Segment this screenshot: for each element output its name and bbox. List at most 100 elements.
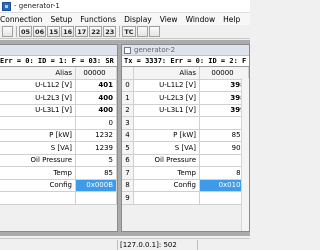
connection-status: [127.0.0.1]: 502: [118, 239, 198, 250]
generator-2-window[interactable]: generator-2 Tx = 3337: Err = 0: ID = 2: …: [121, 44, 250, 232]
function-05-button[interactable]: 05: [19, 26, 33, 37]
table-row[interactable]: 90: [122, 192, 249, 205]
value-header: 00000: [200, 67, 249, 79]
alias-cell: U-L2L3 [V]: [134, 92, 200, 104]
title-bar: - generator-1: [0, 0, 250, 13]
alias-cell: U-L1L2 [V]: [134, 79, 200, 91]
table-row[interactable]: S [VA] 1239: [0, 142, 117, 155]
row-index: 1: [122, 92, 134, 104]
document-icon: [124, 46, 131, 54]
generator-1-window[interactable]: Err = 0: ID = 1: F = 03: SR = 1000 Alias…: [0, 44, 118, 232]
menu-label: Display: [124, 14, 152, 24]
table-row[interactable]: 7Temp85: [122, 167, 249, 180]
window-titlebar[interactable]: [0, 45, 117, 56]
alias-cell: [134, 192, 200, 204]
function-15-button[interactable]: 15: [47, 26, 61, 37]
menu-functions[interactable]: Functions: [76, 15, 120, 24]
value-header: 00000: [76, 67, 117, 79]
function-16-button[interactable]: 16: [61, 26, 75, 37]
value-cell[interactable]: 400: [76, 92, 117, 104]
toolbar-separator: [119, 26, 121, 37]
value-cell[interactable]: 1232: [76, 129, 117, 141]
alias-cell: Oil Pressure: [134, 154, 200, 166]
vertical-scrollbar[interactable]: [241, 78, 249, 231]
open-icon[interactable]: [2, 26, 13, 37]
alias-cell: U-L3L1 [V]: [0, 104, 76, 116]
status-bar: [127.0.0.1]: 502: [0, 238, 250, 250]
table-row[interactable]: Oil Pressure 5: [0, 154, 117, 167]
index-header: [122, 67, 134, 79]
row-index: 6: [122, 154, 134, 166]
function-17-button[interactable]: 17: [75, 26, 89, 37]
alias-cell: Oil Pressure: [0, 154, 76, 166]
function-06-button[interactable]: 06: [33, 26, 47, 37]
table-row[interactable]: P [kW] 1232: [0, 129, 117, 142]
window-titlebar[interactable]: generator-2: [122, 45, 249, 56]
tc-button[interactable]: TC: [122, 26, 136, 37]
row-index: 7: [122, 167, 134, 179]
table-row[interactable]: 0 U-L1L2 [V] 398: [122, 79, 249, 92]
display-icon[interactable]: [136, 26, 148, 37]
table-row[interactable]: 6Oil Pressure5: [122, 154, 249, 167]
menu-label: Window: [185, 14, 216, 24]
help-icon[interactable]: [148, 26, 160, 37]
row-index: 9: [122, 192, 134, 204]
value-cell[interactable]: 0: [76, 117, 117, 129]
table-row[interactable]: [0, 192, 117, 205]
alias-header: Alias: [0, 67, 76, 79]
row-index: 5: [122, 142, 134, 154]
value-cell[interactable]: 401: [76, 79, 117, 91]
register-table: Alias 00000 U-L1L2 [V] 401 U-L2L3 [V] 400 U-…: [0, 67, 117, 205]
alias-cell: Temp: [0, 167, 76, 179]
value-cell[interactable]: [76, 192, 117, 204]
menu-label: Connection: [0, 14, 43, 24]
status-left: [0, 239, 118, 250]
alias-cell: P [kW]: [134, 129, 200, 141]
row-index: 3: [122, 117, 134, 129]
table-header: Alias 00000: [0, 67, 117, 80]
menu-help[interactable]: Help: [219, 15, 244, 24]
table-row[interactable]: 8 Config 0x0101: [122, 179, 249, 192]
menu-label: View: [159, 14, 178, 24]
table-row[interactable]: 1 U-L2L3 [V] 398: [122, 92, 249, 105]
table-row[interactable]: 5S [VA] 900: [122, 142, 249, 155]
value-cell[interactable]: 5: [76, 154, 117, 166]
table-row[interactable]: U-L1L2 [V] 401: [0, 79, 117, 92]
alias-cell: U-L3L1 [V]: [134, 104, 200, 116]
window-title: - generator-1: [14, 2, 60, 10]
menu-label: Functions: [80, 14, 117, 24]
menu-connection[interactable]: Connection: [0, 15, 46, 24]
row-index: 8: [122, 179, 134, 191]
table-row[interactable]: U-L2L3 [V] 400: [0, 92, 117, 105]
register-table: Alias 00000 0 U-L1L2 [V] 398 1 U-L2L3 [V] 398…: [122, 67, 249, 205]
menu-view[interactable]: View: [156, 15, 182, 24]
alias-cell: [134, 117, 200, 129]
table-row[interactable]: 4P [kW] 856: [122, 129, 249, 142]
poll-status: Tx = 3337: Err = 0: ID = 2: F = 03: SR =…: [122, 56, 249, 67]
value-cell[interactable]: 400: [76, 104, 117, 116]
value-cell[interactable]: 1239: [76, 142, 117, 154]
menu-label: Help: [223, 14, 241, 24]
function-22-button[interactable]: 22: [89, 26, 103, 37]
function-23-button[interactable]: 23: [103, 26, 117, 37]
poll-status: Err = 0: ID = 1: F = 03: SR = 1000: [0, 56, 117, 67]
alias-cell: Temp: [134, 167, 200, 179]
table-row[interactable]: 30: [122, 117, 249, 130]
menu-window[interactable]: Window: [182, 15, 220, 24]
table-row[interactable]: Config 0x000B: [0, 179, 117, 192]
value-cell[interactable]: 0x000B: [76, 179, 117, 191]
mdi-workspace: Err = 0: ID = 1: F = 03: SR = 1000 Alias…: [0, 40, 250, 236]
table-row[interactable]: 2 U-L3L1 [V] 399: [122, 104, 249, 117]
table-row[interactable]: Temp 85: [0, 167, 117, 180]
menu-setup[interactable]: Setup: [46, 15, 76, 24]
alias-cell: [0, 192, 76, 204]
alias-cell: U-L1L2 [V]: [0, 79, 76, 91]
table-row[interactable]: U-L3L1 [V] 400: [0, 104, 117, 117]
row-index: 0: [122, 79, 134, 91]
alias-cell: Config: [0, 179, 76, 191]
table-row[interactable]: 0: [0, 117, 117, 130]
value-cell[interactable]: 85: [76, 167, 117, 179]
toolbar: 05 06 15 16 17 22 23 TC: [0, 25, 250, 39]
menu-display[interactable]: Display: [120, 15, 156, 24]
row-index: 4: [122, 129, 134, 141]
